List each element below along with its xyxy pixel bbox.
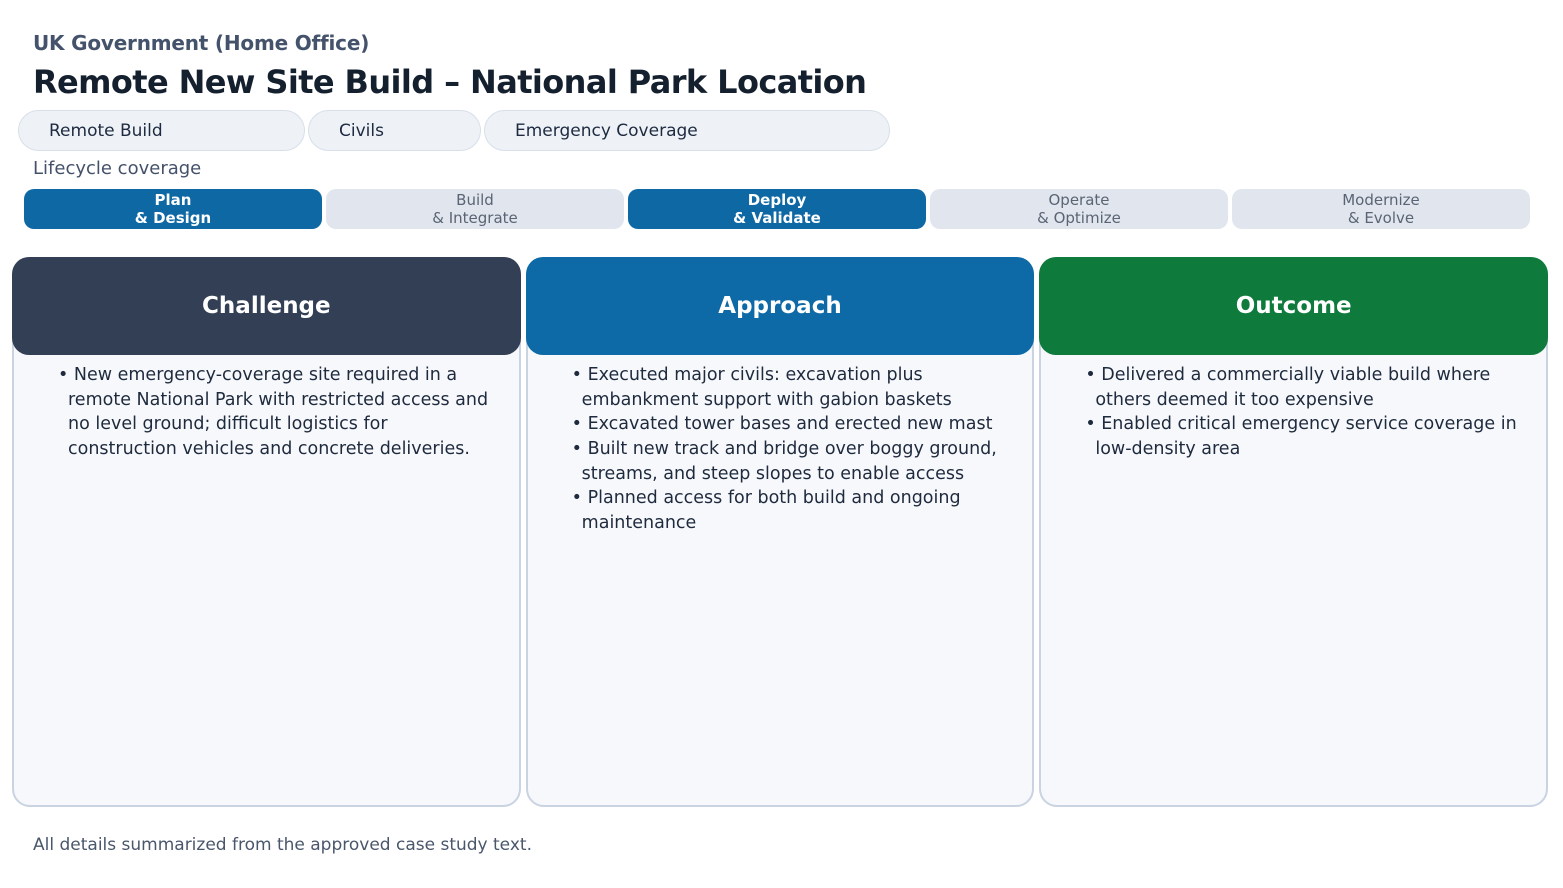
stage-line-1: Plan [155,191,192,209]
lifecycle-stage-deploy-validate: Deploy & Validate [628,189,926,229]
stage-line-2: & Optimize [1037,209,1121,227]
stage-line-2: & Evolve [1348,209,1414,227]
bullet-item: New emergency-coverage site required in … [58,363,491,462]
tag-list: Remote Build Civils Emergency Coverage [18,110,890,151]
card-title: Approach [718,293,841,319]
organization-label: UK Government (Home Office) [33,31,369,55]
lifecycle-stage-modernize-evolve: Modernize & Evolve [1232,189,1530,229]
tag-label: Civils [339,121,384,141]
source-note: All details summarized from the approved… [33,835,532,855]
stage-line-1: Build [456,191,494,209]
stage-line-2: & Integrate [432,209,518,227]
tag-emergency-coverage: Emergency Coverage [484,110,890,151]
tag-civils: Civils [308,110,481,151]
bullet-item: Executed major civils: excavation plus e… [572,363,1005,412]
tag-label: Remote Build [49,121,163,141]
bullet-item: Planned access for both build and ongoin… [572,486,1005,535]
challenge-card-header: Challenge [12,257,521,355]
bullet-item: Excavated tower bases and erected new ma… [572,412,1005,437]
stage-line-1: Deploy [748,191,807,209]
outcome-card-header: Outcome [1039,257,1548,355]
tag-remote-build: Remote Build [18,110,305,151]
lifecycle-stage-build-integrate: Build & Integrate [326,189,624,229]
page-title: Remote New Site Build – National Park Lo… [33,63,866,101]
stage-line-2: & Validate [733,209,821,227]
approach-card: Approach Executed major civils: excavati… [526,257,1035,807]
approach-bullet-list: Executed major civils: excavation plus e… [528,363,1033,536]
card-title: Outcome [1236,293,1352,319]
challenge-bullet-list: New emergency-coverage site required in … [14,363,519,462]
approach-card-header: Approach [526,257,1035,355]
bullet-item: Built new track and bridge over boggy gr… [572,437,1005,486]
case-study-slide: UK Government (Home Office) Remote New S… [0,0,1563,888]
stage-line-1: Operate [1048,191,1109,209]
stage-line-1: Modernize [1342,191,1420,209]
bullet-item: Enabled critical emergency service cover… [1085,412,1518,461]
lifecycle-stage-operate-optimize: Operate & Optimize [930,189,1228,229]
outcome-card: Outcome Delivered a commercially viable … [1039,257,1548,807]
lifecycle-section-label: Lifecycle coverage [33,158,201,179]
challenge-card: Challenge New emergency-coverage site re… [12,257,521,807]
lifecycle-stage-plan-design: Plan & Design [24,189,322,229]
stage-line-2: & Design [135,209,211,227]
lifecycle-stepper: Plan & Design Build & Integrate Deploy &… [24,189,1530,229]
card-title: Challenge [202,293,331,319]
outcome-bullet-list: Delivered a commercially viable build wh… [1041,363,1546,462]
bullet-item: Delivered a commercially viable build wh… [1085,363,1518,412]
card-row: Challenge New emergency-coverage site re… [12,257,1548,807]
tag-label: Emergency Coverage [515,121,698,141]
